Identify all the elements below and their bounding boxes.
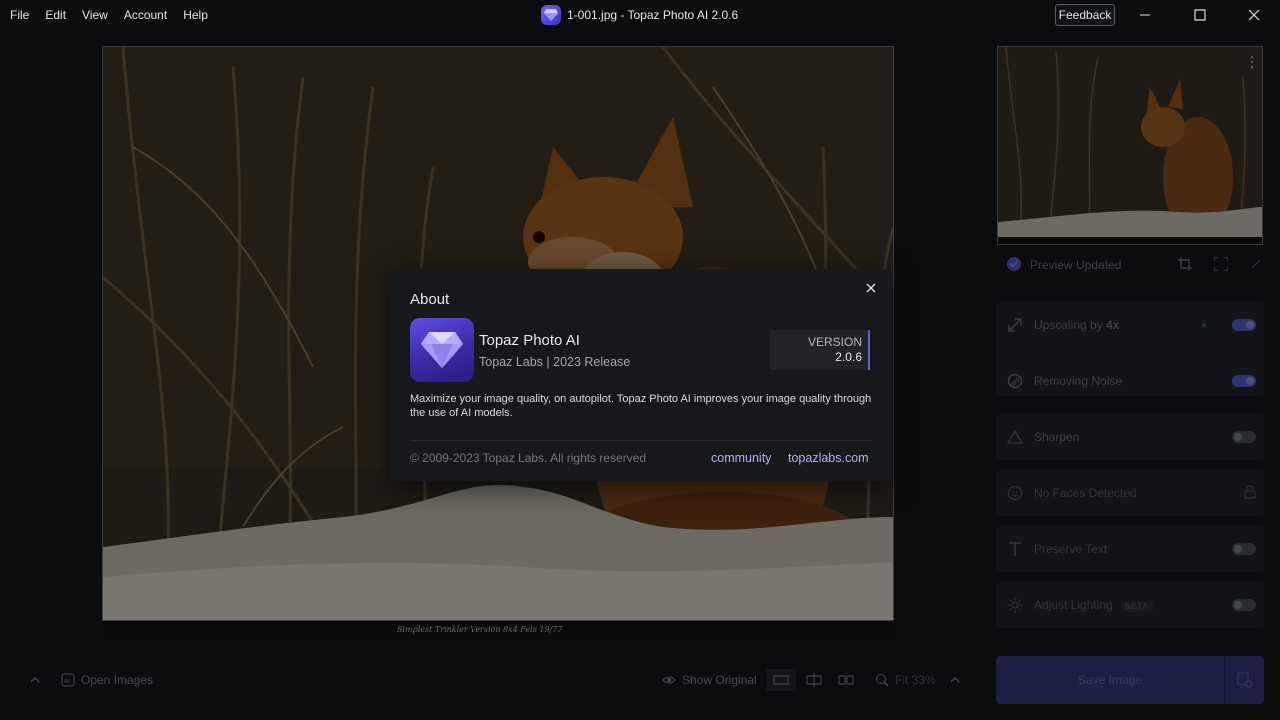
community-link[interactable]: community bbox=[711, 451, 771, 465]
about-divider bbox=[410, 440, 871, 441]
version-label: VERSION bbox=[807, 335, 862, 349]
version-number: 2.0.6 bbox=[835, 350, 862, 364]
about-description: Maximize your image quality, on autopilo… bbox=[410, 393, 872, 419]
about-vendor: Topaz Labs | 2023 Release bbox=[479, 355, 631, 369]
close-dialog-button[interactable] bbox=[862, 279, 880, 297]
website-link[interactable]: topazlabs.com bbox=[788, 451, 869, 465]
about-dialog: About Topaz Photo AI Topaz Labs | 2023 R… bbox=[390, 269, 891, 481]
app-logo-icon bbox=[410, 318, 474, 382]
about-dialog-title: About bbox=[410, 291, 450, 308]
version-box: VERSION 2.0.6 bbox=[770, 330, 870, 370]
about-app-name: Topaz Photo AI bbox=[479, 332, 580, 349]
close-icon bbox=[866, 283, 876, 293]
about-copyright: © 2009-2023 Topaz Labs. All rights reser… bbox=[410, 451, 647, 465]
